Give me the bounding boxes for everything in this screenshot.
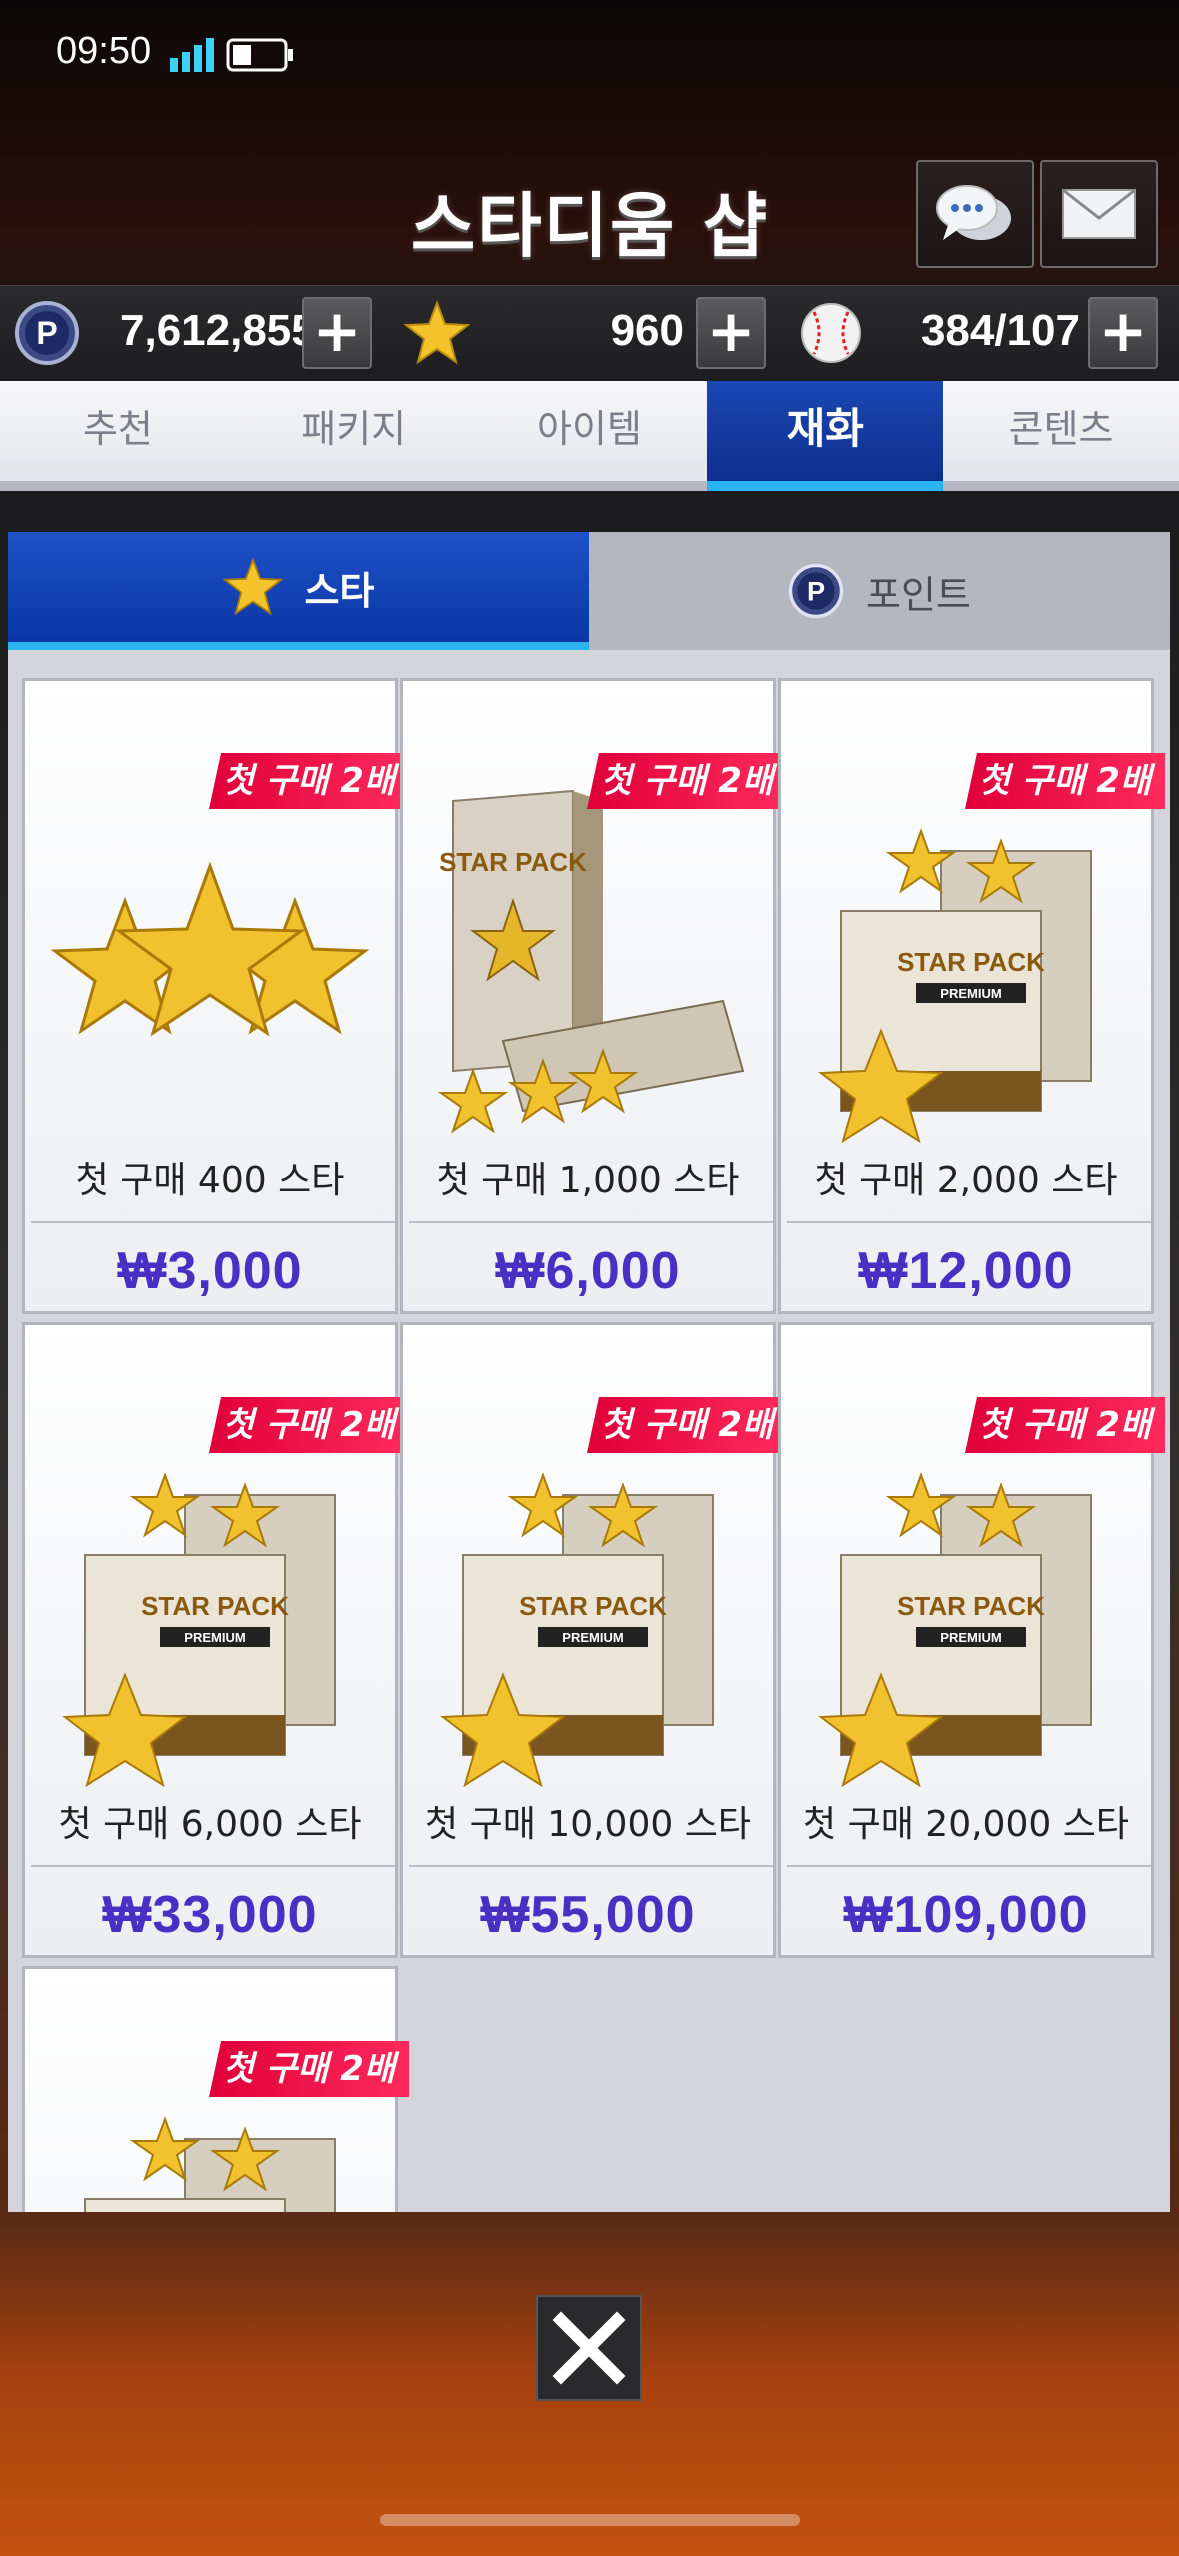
product-name: 첫 구매 6,000 스타: [58, 1804, 362, 1845]
star-pack-premium-icon: STAR PACK PREMIUM: [440, 1472, 714, 1788]
first-purchase-badge: 첫 구매 2배: [209, 2041, 409, 2097]
divider: [31, 1865, 395, 1867]
pack-tier: PREMIUM: [940, 986, 1001, 1001]
add-balls-button[interactable]: +: [1088, 297, 1158, 369]
product-card[interactable]: 첫 구매 2배 첫 구매 400 스타 ₩3,000: [22, 678, 409, 1314]
home-indicator[interactable]: [380, 2514, 800, 2526]
chat-bubble-icon: [936, 185, 1011, 240]
product-card[interactable]: 첫 구매 2배: [22, 1966, 409, 2212]
first-purchase-badge: 첫 구매 2배: [209, 1397, 409, 1453]
p-coin-icon: P: [15, 301, 79, 365]
star-pack-box-icon: STAR PACK: [437, 789, 745, 1134]
product-name: 첫 구매 20,000 스타: [803, 1804, 1129, 1845]
pack-brand: STAR PACK: [897, 947, 1045, 977]
first-purchase-badge: 첫 구매 2배: [587, 753, 787, 809]
first-purchase-badge: 첫 구매 2배: [965, 753, 1165, 809]
product-price: ₩3,000: [117, 1242, 303, 1300]
first-purchase-badge: 첫 구매 2배: [965, 1397, 1165, 1453]
first-purchase-badge: 첫 구매 2배: [587, 1397, 787, 1453]
tab-item[interactable]: 아이템: [472, 381, 708, 481]
divider: [409, 1865, 773, 1867]
currency-bar: P 7,612,855 + 960 + 384/107 +: [0, 285, 1179, 381]
divider: [409, 1221, 773, 1223]
star-icon: [222, 557, 283, 616]
mail-button[interactable]: [1040, 160, 1158, 268]
pack-brand: STAR PACK: [141, 1591, 289, 1621]
points-balance: 7,612,855: [120, 306, 316, 355]
pack-brand: STAR PACK: [439, 847, 587, 877]
divider: [787, 1221, 1151, 1223]
tab-recommended[interactable]: 추천: [0, 381, 236, 481]
baseball-icon: [801, 303, 861, 363]
divider: [787, 1865, 1151, 1867]
tab-package[interactable]: 패키지: [236, 381, 472, 481]
product-price: ₩6,000: [495, 1242, 681, 1300]
subtab-point[interactable]: P 포인트: [589, 532, 1170, 650]
balls-balance: 384/107: [920, 306, 1080, 355]
product-price: ₩109,000: [843, 1886, 1089, 1944]
svg-text:P: P: [36, 315, 57, 351]
product-price: ₩55,000: [480, 1886, 696, 1944]
svg-text:P: P: [807, 575, 825, 606]
tab-currency[interactable]: 재화: [707, 381, 944, 491]
divider: [31, 1221, 395, 1223]
battery-icon: [226, 38, 293, 72]
three-stars-icon: [50, 861, 370, 1037]
signal-icon: [170, 38, 214, 72]
product-price: ₩33,000: [102, 1886, 318, 1944]
pack-tier: PREMIUM: [562, 1630, 623, 1645]
pack-tier: PREMIUM: [184, 1630, 245, 1645]
pack-brand: STAR PACK: [519, 1591, 667, 1621]
close-x-icon: [552, 2311, 626, 2385]
star-pack-premium-icon: STAR PACK PREMIUM: [818, 828, 1092, 1144]
product-card[interactable]: STAR PACK PREMIUM 첫 구매 2배 첫 구매 6,000 스타 …: [22, 1322, 409, 1958]
p-coin-icon: P: [788, 563, 844, 619]
product-card[interactable]: STAR PACK PREMIUM 첫 구매 2배 첫 구매 2,000 스타 …: [778, 678, 1165, 1314]
product-price: ₩12,000: [858, 1242, 1074, 1300]
add-stars-button[interactable]: +: [696, 297, 766, 369]
page-title: 스타디움 샵: [410, 185, 770, 267]
pack-brand: STAR PACK: [897, 1591, 1045, 1621]
product-name: 첫 구매 10,000 스타: [425, 1804, 751, 1845]
product-name: 첫 구매 400 스타: [75, 1160, 345, 1201]
subtab-star-label: 스타: [304, 568, 375, 613]
star-icon: [404, 300, 470, 365]
close-button[interactable]: [536, 2295, 642, 2401]
stars-balance: 960: [610, 306, 684, 355]
shop-header: 스타디움 샵: [0, 140, 1179, 285]
subtab-point-label: 포인트: [866, 572, 971, 617]
star-pack-premium-icon: STAR PACK PREMIUM: [818, 1472, 1092, 1788]
status-time: 09:50: [56, 30, 152, 72]
add-points-button[interactable]: +: [302, 297, 372, 369]
pack-tier: PREMIUM: [940, 1630, 1001, 1645]
first-purchase-badge: 첫 구매 2배: [209, 753, 409, 809]
product-card[interactable]: STAR PACK 첫 구매 2배 첫 구매 1,000 스타 ₩6,000: [400, 678, 787, 1314]
star-pack-premium-icon: STAR PACK PREMIUM: [62, 1472, 336, 1788]
product-card[interactable]: STAR PACK PREMIUM 첫 구매 2배 첫 구매 10,000 스타…: [400, 1322, 787, 1958]
main-tab-bar: 추천 패키지 아이템 재화 콘텐츠: [0, 381, 1179, 491]
product-name: 첫 구매 1,000 스타: [436, 1160, 740, 1201]
status-bar: 09:50: [0, 0, 1179, 110]
shop-panel: 스타 P 포인트 첫 구매 2배 첫 구매 400 스타 ₩3,000 STAR…: [8, 532, 1170, 2212]
product-name: 첫 구매 2,000 스타: [814, 1160, 1118, 1201]
tab-contents[interactable]: 콘텐츠: [943, 381, 1179, 481]
sub-tab-bar: 스타 P 포인트: [8, 532, 1170, 650]
subtab-star[interactable]: 스타: [8, 532, 589, 650]
product-card[interactable]: STAR PACK PREMIUM 첫 구매 2배 첫 구매 20,000 스타…: [778, 1322, 1165, 1958]
envelope-icon: [1062, 188, 1136, 239]
chat-button[interactable]: [916, 160, 1034, 268]
